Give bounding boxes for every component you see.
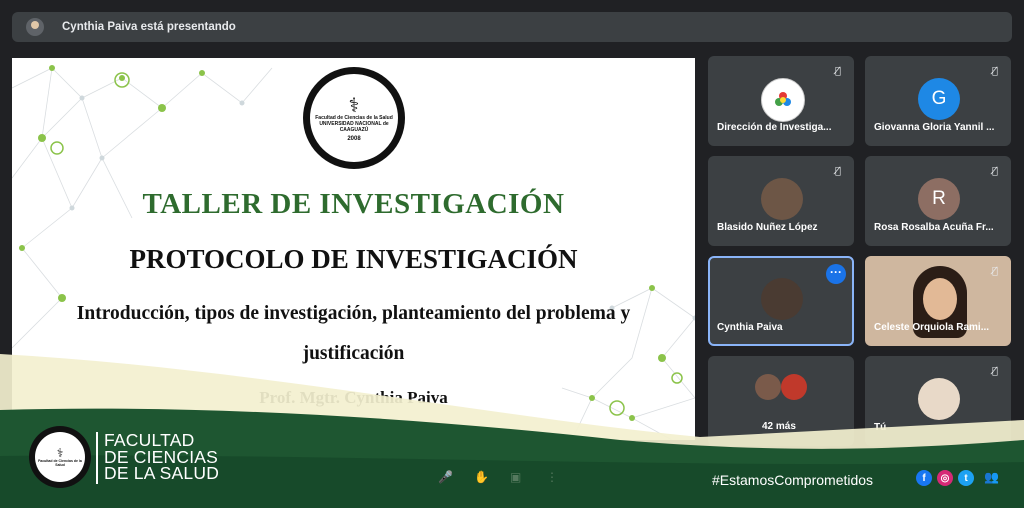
instagram-icon: ◎	[937, 470, 953, 486]
hand-icon[interactable]: ✋	[474, 470, 489, 484]
banner-faculty-seal: ⚕ Facultad de Ciencias de la Salud	[29, 426, 91, 488]
seal-faculty-text: Facultad de Ciencias de la Salud	[38, 459, 82, 467]
present-icon[interactable]: ▣	[510, 470, 521, 484]
twitter-icon: t	[958, 470, 974, 486]
banner-faculty-name: FACULTAD DE CIENCIAS DE LA SALUD	[104, 432, 219, 482]
facebook-icon: f	[916, 470, 932, 486]
people-icon[interactable]: 👥	[984, 470, 999, 484]
faculty-line: DE LA SALUD	[104, 463, 220, 483]
mic-icon[interactable]: 🎤	[438, 470, 453, 484]
hashtag: #EstamosComprometidos	[712, 472, 874, 488]
banner-divider	[96, 432, 98, 484]
more-icon[interactable]: ⋮	[546, 470, 558, 484]
caduceus-icon: ⚕	[56, 446, 64, 460]
